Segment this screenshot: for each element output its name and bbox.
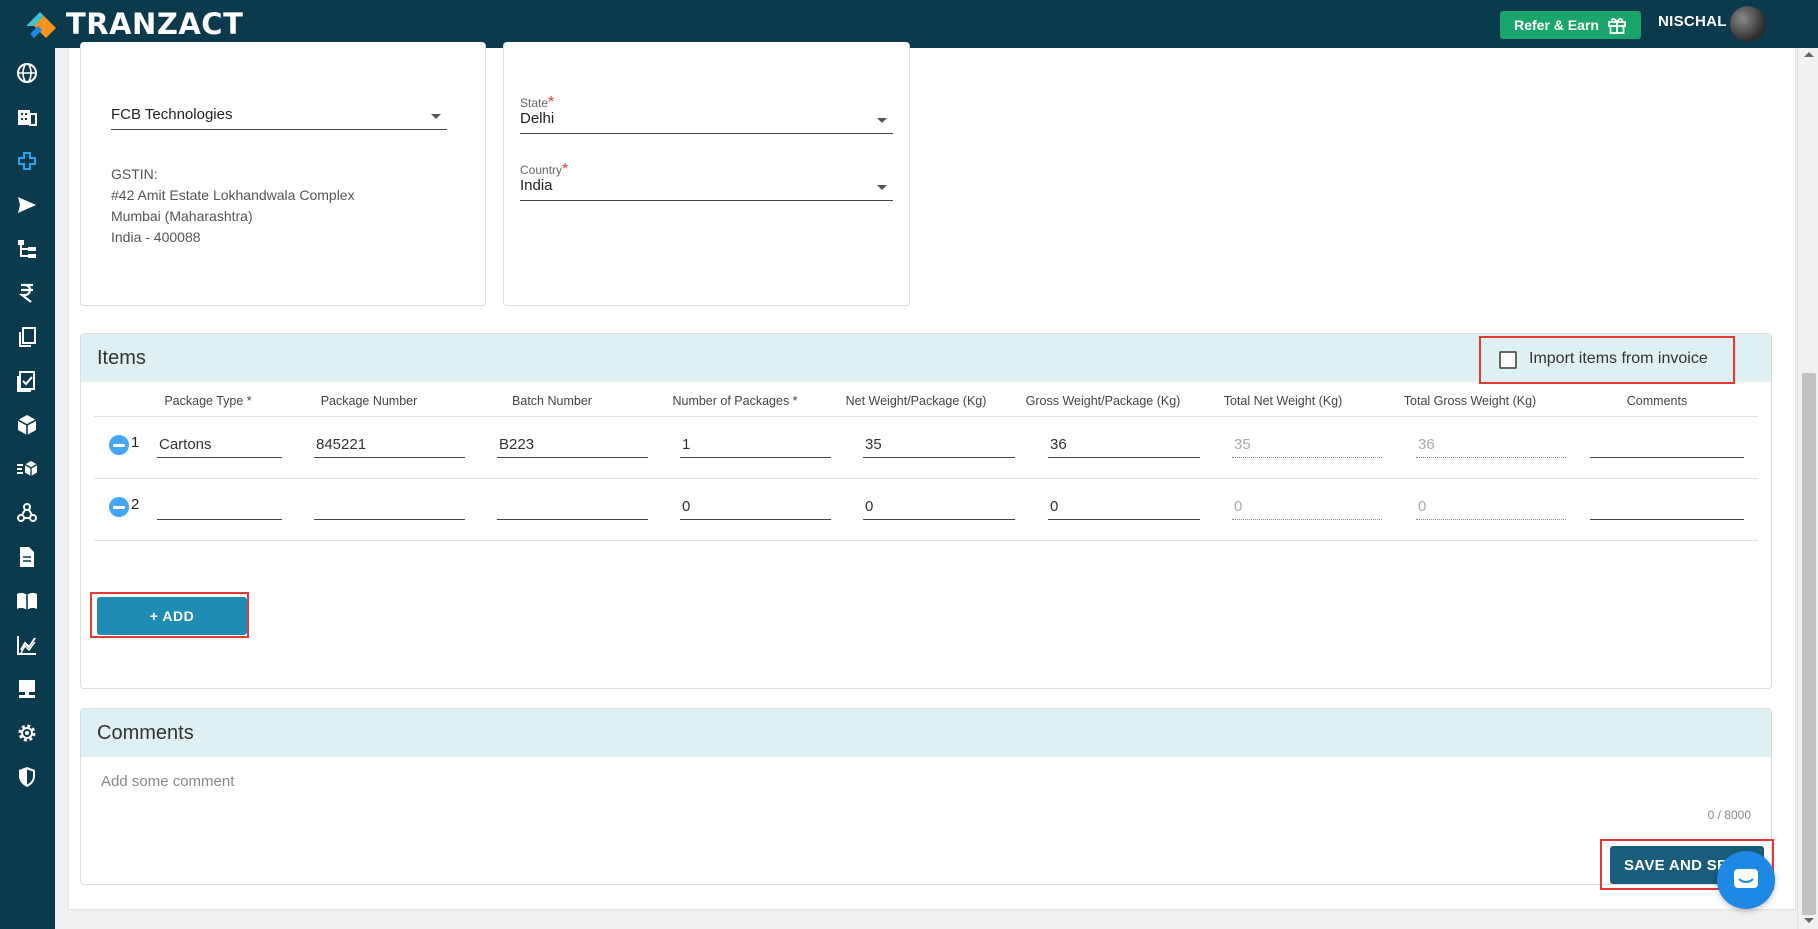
address-card: FCB Technologies GSTIN: #42 Amit Estate … (80, 42, 486, 306)
row-number: 1 (131, 434, 140, 451)
shield-icon[interactable] (14, 764, 40, 790)
package-type-input[interactable] (157, 494, 282, 520)
column-header: Batch Number (512, 394, 592, 408)
column-header: Comments (1626, 394, 1688, 408)
column-header: Total Net Weight (Kg) (1223, 394, 1343, 408)
gift-icon (1608, 18, 1626, 34)
package-type-input[interactable]: Cartons (157, 432, 282, 458)
address-value: FCB Technologies (111, 106, 233, 123)
net-weight-input[interactable]: 35 (863, 432, 1015, 458)
country-select[interactable]: India (520, 175, 893, 201)
comment-textarea[interactable]: Add some comment (101, 773, 1751, 801)
state-value: Delhi (520, 110, 555, 127)
address-line-1: #42 Amit Estate Lokhandwala Complex (111, 187, 355, 203)
package-number-input[interactable] (314, 494, 465, 520)
address-select[interactable]: FCB Technologies (111, 102, 447, 130)
hierarchy-icon[interactable] (14, 236, 40, 262)
total-net-weight: 35 (1232, 432, 1382, 458)
gross-weight-input[interactable]: 36 (1048, 432, 1200, 458)
column-header: Package Type * (164, 394, 252, 408)
comments-header: Comments (81, 709, 1771, 757)
address-line-2: Mumbai (Maharashtra) (111, 208, 253, 224)
copy-icon[interactable] (14, 324, 40, 350)
total-gross-weight: 0 (1416, 494, 1566, 520)
comments-input[interactable] (1590, 494, 1744, 520)
box-icon[interactable] (14, 412, 40, 438)
globe-icon[interactable] (14, 60, 40, 86)
import-label[interactable]: Import items from invoice (1529, 350, 1708, 368)
package-number-input[interactable]: 845221 (314, 432, 465, 458)
country-value: India (520, 177, 553, 194)
main-panel: FCB Technologies GSTIN: #42 Amit Estate … (68, 42, 1796, 910)
brand-name: TRANZACT (66, 7, 244, 41)
comments-input[interactable] (1590, 432, 1744, 458)
column-header: Gross Weight/Package (Kg) (1025, 394, 1181, 408)
dropdown-caret-icon (431, 114, 441, 119)
column-header: Net Weight/Package (Kg) (845, 394, 987, 408)
chat-bubble[interactable] (1717, 851, 1775, 909)
page-scrollbar[interactable] (1797, 48, 1818, 929)
scroll-thumb[interactable] (1802, 373, 1816, 915)
gear-icon[interactable] (14, 720, 40, 746)
scroll-down-icon[interactable] (1804, 918, 1814, 923)
comments-title: Comments (97, 721, 194, 744)
row-divider (94, 478, 1758, 479)
checklist-icon[interactable] (14, 368, 40, 394)
dropdown-caret-icon (877, 118, 887, 123)
document-icon[interactable] (14, 544, 40, 570)
total-gross-weight: 36 (1416, 432, 1566, 458)
rupee-icon[interactable] (14, 280, 40, 306)
box-list-icon[interactable] (14, 456, 40, 482)
address-line-3: India - 400088 (111, 229, 201, 245)
remove-row-icon[interactable] (109, 497, 129, 517)
column-header: Number of Packages * (672, 394, 798, 408)
batch-number-input[interactable]: B223 (497, 432, 648, 458)
add-item-button[interactable]: + ADD (97, 597, 247, 635)
gross-weight-input[interactable]: 0 (1048, 494, 1200, 520)
column-header: Total Gross Weight (Kg) (1403, 394, 1537, 408)
book-icon[interactable] (14, 588, 40, 614)
top-bar: TRANZACT Refer & Earn NISCHAL (0, 0, 1818, 48)
user-name[interactable]: NISCHAL (1658, 13, 1727, 30)
building-icon[interactable] (14, 104, 40, 130)
remove-row-icon[interactable] (109, 435, 129, 455)
net-weight-input[interactable]: 0 (863, 494, 1015, 520)
tranzact-logo-icon (26, 12, 56, 38)
gstin-label: GSTIN: (111, 166, 158, 182)
dropdown-caret-icon (877, 185, 887, 190)
plus-cross-icon[interactable] (14, 148, 40, 174)
state-select[interactable]: Delhi (520, 108, 893, 134)
comment-char-counter: 0 / 8000 (1707, 808, 1751, 822)
avatar[interactable] (1730, 6, 1766, 42)
chart-icon[interactable] (14, 632, 40, 658)
location-card: State* Delhi Country* India (503, 42, 910, 306)
row-number: 2 (131, 496, 140, 513)
refer-earn-button[interactable]: Refer & Earn (1500, 11, 1641, 39)
sidebar (0, 48, 55, 929)
network-icon[interactable] (14, 500, 40, 526)
items-title: Items (97, 346, 146, 369)
row-divider (94, 540, 1758, 541)
items-card: Items Import items from invoice Package … (80, 333, 1772, 689)
row-divider (94, 416, 1758, 417)
comments-card: Comments Add some comment 0 / 8000 (80, 708, 1772, 885)
chat-icon (1734, 869, 1758, 888)
monitor-icon[interactable] (14, 676, 40, 702)
batch-number-input[interactable] (497, 494, 648, 520)
scroll-up-icon[interactable] (1804, 52, 1814, 57)
address-details: GSTIN: #42 Amit Estate Lokhandwala Compl… (111, 164, 355, 248)
total-net-weight: 0 (1232, 494, 1382, 520)
send-icon[interactable] (14, 192, 40, 218)
logo[interactable]: TRANZACT (22, 4, 243, 44)
num-packages-input[interactable]: 0 (680, 494, 831, 520)
refer-earn-label: Refer & Earn (1514, 17, 1599, 33)
num-packages-input[interactable]: 1 (680, 432, 831, 458)
column-header: Package Number (320, 394, 418, 408)
import-checkbox[interactable] (1499, 351, 1517, 369)
